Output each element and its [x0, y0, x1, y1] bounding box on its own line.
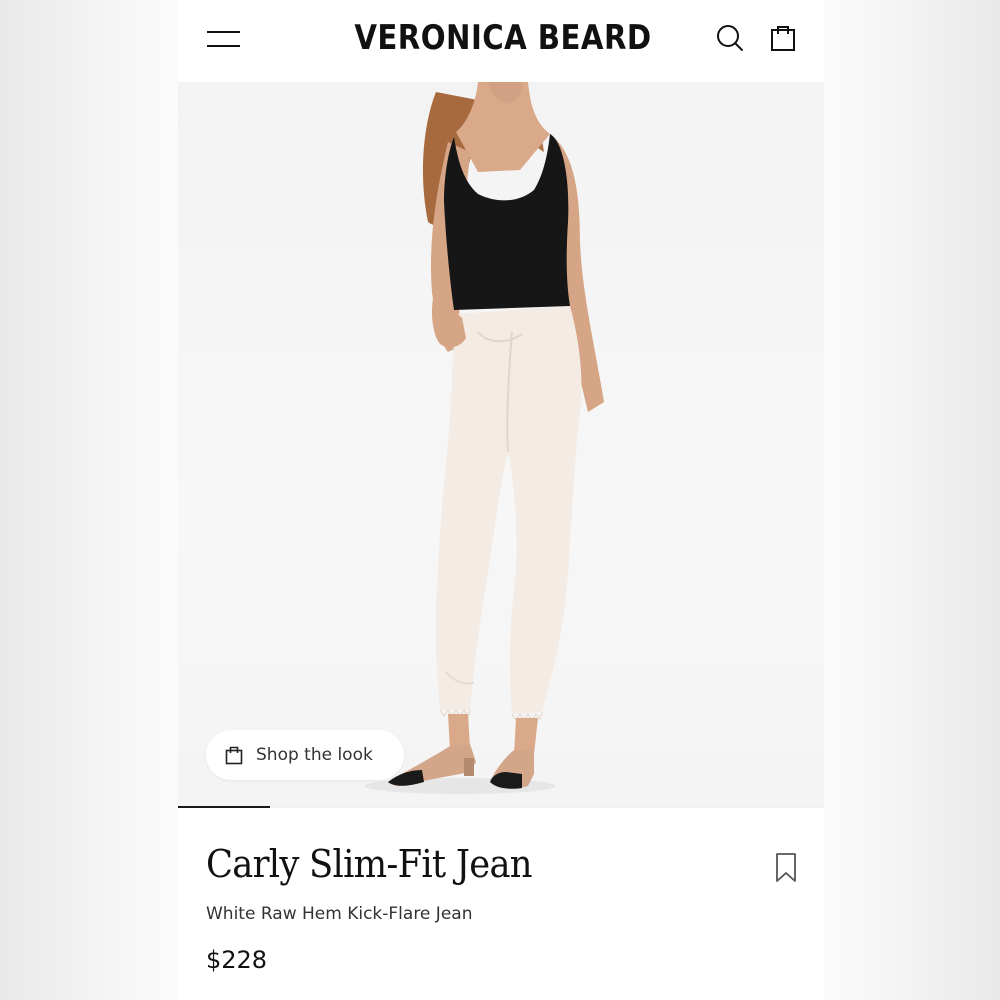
product-title: Carly Slim-Fit Jean	[206, 842, 533, 886]
product-subtitle: White Raw Hem Kick-Flare Jean	[206, 904, 473, 924]
search-icon[interactable]	[714, 22, 746, 54]
hamburger-menu-icon[interactable]	[204, 24, 244, 54]
shopping-bag-icon[interactable]	[768, 22, 800, 54]
mobile-page: VERONICA BEARD Shop the look Carly Slim-…	[178, 0, 824, 1000]
product-price: $228	[206, 946, 268, 974]
product-image[interactable]: Shop the look	[178, 82, 824, 808]
shop-the-look-button[interactable]: Shop the look	[206, 730, 404, 780]
model-illustration	[364, 82, 604, 794]
site-header: VERONICA BEARD	[178, 0, 824, 82]
brand-logo[interactable]: VERONICA BEARD	[344, 14, 662, 62]
shop-the-look-label: Shop the look	[256, 745, 373, 765]
bookmark-icon[interactable]	[772, 852, 800, 884]
shopping-bag-icon	[225, 746, 243, 765]
product-info: Carly Slim-Fit Jean White Raw Hem Kick-F…	[178, 808, 824, 1000]
